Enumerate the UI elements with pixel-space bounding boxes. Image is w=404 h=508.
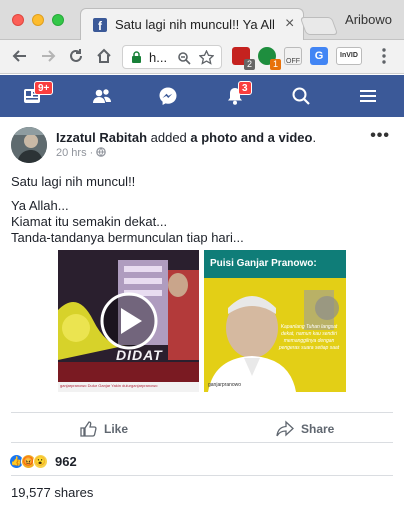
off-extension-icon[interactable]: OFF [284, 47, 302, 65]
reaction-count: 962 [55, 454, 77, 469]
divider [11, 442, 393, 443]
bookmark-star-icon[interactable] [199, 50, 214, 65]
url-text: h... [149, 50, 168, 65]
post-text-line: Satu lagi nih muncul!! [11, 174, 136, 189]
lock-icon [132, 51, 141, 63]
new-tab-button[interactable] [299, 17, 339, 35]
nav-notifications[interactable]: 3 [225, 81, 252, 106]
home-badge: 9+ [34, 81, 54, 95]
minimize-window-button[interactable] [32, 14, 44, 26]
post-object-link[interactable]: a photo and a video [190, 130, 312, 145]
invid-extension-icon[interactable]: InVID [336, 47, 362, 65]
home-icon [97, 48, 111, 63]
post-timestamp[interactable]: 20 hrs [56, 147, 87, 159]
globe-icon [96, 147, 107, 157]
messenger-icon [159, 87, 177, 105]
ext-badge: 1 [270, 59, 281, 70]
like-button[interactable]: Like [79, 420, 128, 438]
thumbs-up-icon [80, 421, 97, 437]
photo-footer: ganjarpranowo [208, 382, 242, 388]
video-frame [58, 250, 199, 392]
browser-titlebar: f Satu lagi nih muncul!! Ya Allah... × A… [0, 0, 404, 41]
search-icon [292, 87, 310, 105]
divider [11, 412, 393, 413]
nav-messenger[interactable] [158, 86, 178, 106]
reload-icon [70, 49, 82, 62]
post-video-thumbnail[interactable]: DIDAT ganjarpranowo Dulur Ganjar Yakin d… [58, 250, 199, 392]
share-label: Share [301, 422, 335, 436]
friends-icon [93, 89, 111, 103]
zoom-icon[interactable] [177, 51, 191, 65]
browser-toolbar: h... 2 1 OFF G InVID [0, 40, 404, 74]
home-button[interactable] [92, 44, 116, 68]
post-options-button[interactable]: ••• [370, 127, 390, 145]
tab-close-icon[interactable]: × [285, 15, 294, 33]
facebook-nav-bar: 9+ 3 [0, 75, 404, 117]
video-footer-text: ganjarpranowo Dulur Ganjar Yakin dulurga… [60, 383, 158, 388]
nav-friends[interactable] [92, 86, 112, 106]
back-button[interactable] [8, 44, 32, 68]
post-meta: 20 hrs · [56, 147, 107, 159]
notifications-badge: 3 [238, 81, 252, 95]
hamburger-menu-icon [360, 90, 376, 102]
ext-badge: 2 [244, 59, 255, 70]
shares-count[interactable]: 19,577 shares [11, 485, 93, 500]
share-button[interactable]: Share [276, 420, 334, 438]
translate-extension-icon[interactable]: G [310, 47, 328, 65]
forward-button[interactable] [36, 44, 60, 68]
facebook-favicon-icon: f [93, 18, 107, 33]
photo-title: Puisi Ganjar Pranowo: [210, 258, 317, 269]
post-text-line: Ya Allah... [11, 198, 69, 213]
share-arrow-icon [276, 420, 294, 437]
divider [11, 475, 393, 476]
ublock-extension-icon[interactable]: 2 [232, 47, 255, 70]
author-name[interactable]: Izzatul Rabitah [56, 130, 147, 145]
post-photo[interactable]: Puisi Ganjar Pranowo: Kapanlang Tuhan la… [204, 250, 346, 392]
address-bar[interactable]: h... [122, 45, 222, 69]
post-text-line: Tanda-tandanya bermunculan tiap hari... [11, 230, 244, 245]
arrow-left-icon [12, 50, 26, 62]
play-icon [58, 250, 59, 251]
wow-reaction-icon: 😮 [33, 454, 48, 469]
post-text-line: Kiamat itu semakin dekat... [11, 214, 168, 229]
author-avatar[interactable] [11, 127, 47, 163]
chrome-menu-button[interactable] [372, 44, 396, 68]
nav-menu[interactable] [358, 86, 378, 106]
meta-separator: · [89, 147, 94, 159]
feed-post: Izzatul Rabitah added a photo and a vide… [0, 117, 404, 508]
photo-quote: Kapanlang Tuhan langsat dekat, namun kau… [278, 324, 340, 351]
photo-background [204, 250, 346, 392]
green-extension-icon[interactable]: 1 [258, 47, 281, 70]
avatar-image [11, 127, 47, 163]
reload-button[interactable] [64, 44, 88, 68]
post-header: Izzatul Rabitah added a photo and a vide… [56, 130, 316, 145]
reaction-summary[interactable]: 👍 😡 😮 962 [9, 454, 77, 469]
video-caption: DIDAT [116, 347, 163, 363]
profile-name[interactable]: Aribowo [345, 12, 392, 27]
like-label: Like [104, 422, 129, 436]
post-action: added [147, 130, 191, 145]
ext-label: InVID [340, 52, 358, 59]
nav-search[interactable] [291, 86, 311, 106]
post-punctuation: . [312, 130, 317, 145]
tab-title: Satu lagi nih muncul!! Ya Allah... [115, 17, 275, 32]
more-vertical-icon [382, 48, 386, 64]
close-window-button[interactable] [12, 14, 24, 26]
zoom-window-button[interactable] [52, 14, 64, 26]
arrow-right-icon [42, 50, 56, 62]
browser-tab-active[interactable]: f Satu lagi nih muncul!! Ya Allah... × [80, 8, 304, 41]
nav-home[interactable]: 9+ [22, 81, 54, 106]
ext-label: OFF [286, 58, 300, 65]
